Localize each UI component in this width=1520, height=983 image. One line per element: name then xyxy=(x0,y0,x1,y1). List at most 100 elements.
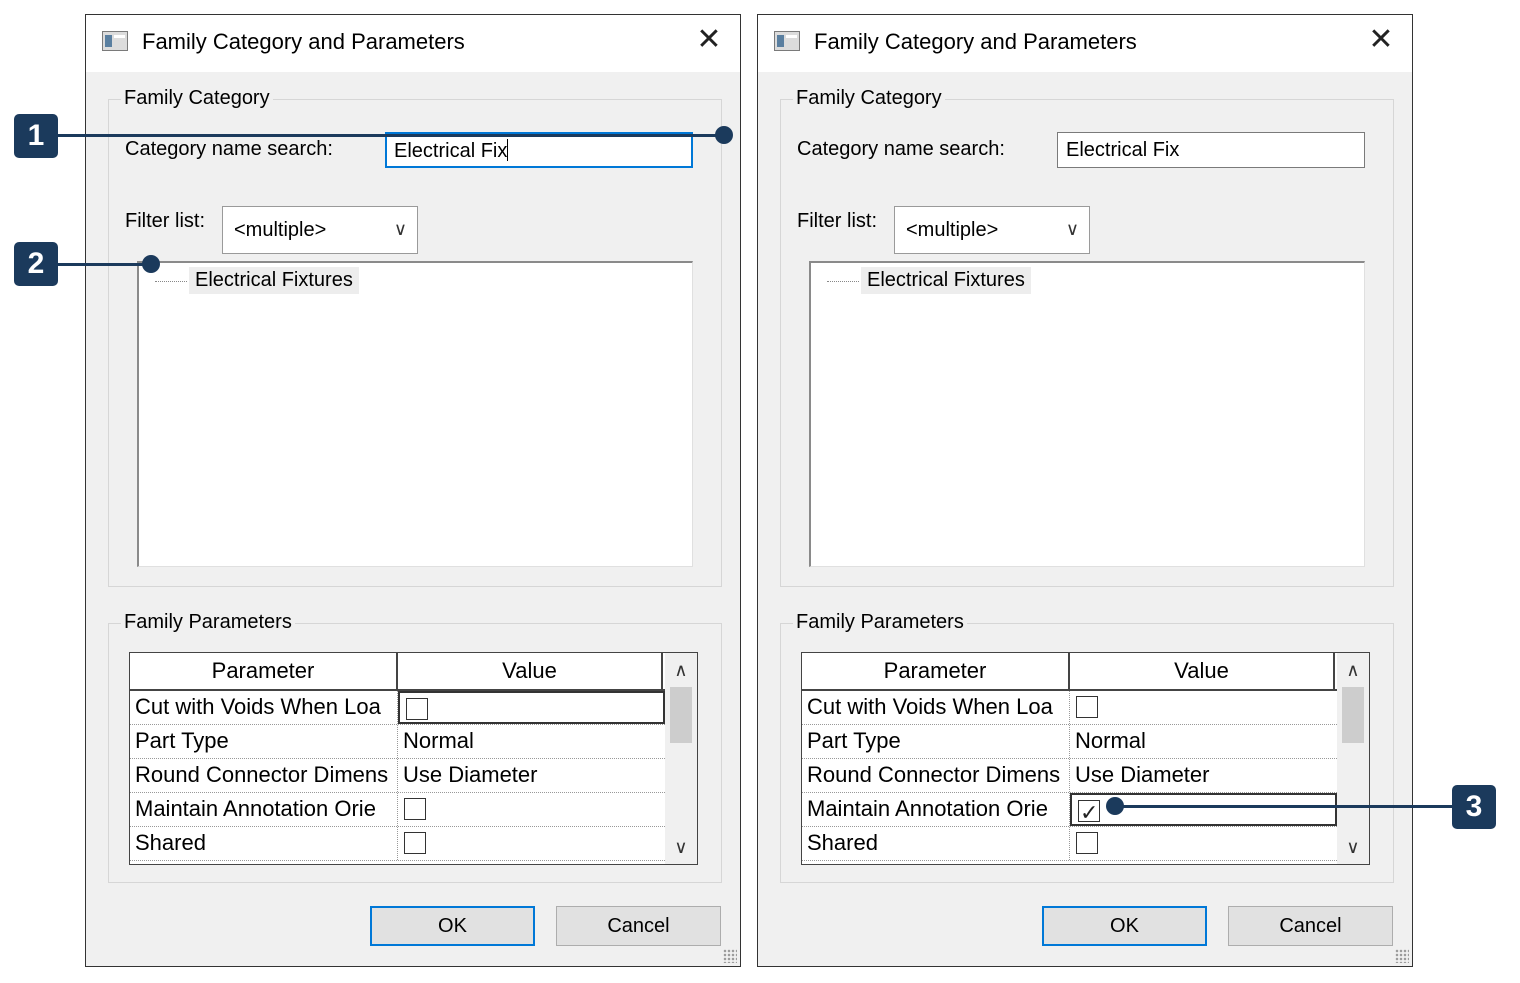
table-row[interactable]: Part Type Normal xyxy=(802,725,1337,759)
scroll-thumb[interactable] xyxy=(670,687,692,743)
ok-button[interactable]: OK xyxy=(1042,906,1207,946)
scroll-up-icon[interactable]: ∧ xyxy=(665,655,697,685)
table-row[interactable]: Round Connector Dimens Use Diameter xyxy=(802,759,1337,793)
filter-list-dropdown[interactable]: <multiple> ∨ xyxy=(894,206,1090,254)
cancel-button[interactable]: Cancel xyxy=(1228,906,1393,946)
table-header: Parameter Value xyxy=(802,653,1337,691)
checkbox[interactable] xyxy=(406,698,428,720)
table-row[interactable]: Cut with Voids When Loa xyxy=(802,691,1337,725)
parameter-name: Shared xyxy=(802,827,1070,860)
parameter-value[interactable] xyxy=(398,827,665,860)
category-search-input[interactable]: Electrical Fix xyxy=(385,132,693,168)
category-search-input[interactable]: Electrical Fix xyxy=(1057,132,1365,168)
close-icon[interactable]: ✕ xyxy=(694,25,724,55)
column-header-parameter[interactable]: Parameter xyxy=(802,653,1070,689)
scroll-thumb[interactable] xyxy=(1342,687,1364,743)
parameter-value[interactable]: Normal xyxy=(398,725,665,758)
parameter-value[interactable] xyxy=(1070,691,1337,724)
list-item[interactable]: Electrical Fixtures xyxy=(189,267,359,294)
callout-dot-1 xyxy=(715,126,733,144)
parameters-table: Parameter Value Cut with Voids When Loa … xyxy=(801,652,1370,865)
callout-dot-2 xyxy=(142,255,160,273)
dialog-title: Family Category and Parameters xyxy=(142,29,465,54)
table-row[interactable]: Shared xyxy=(130,827,665,861)
callout-badge-3: 3 xyxy=(1452,785,1496,829)
checkbox[interactable] xyxy=(404,832,426,854)
table-row[interactable]: Cut with Voids When Loa xyxy=(130,691,665,725)
scroll-down-icon[interactable]: ∨ xyxy=(1337,832,1369,862)
parameter-value[interactable]: Use Diameter xyxy=(1070,759,1337,792)
parameter-name: Cut with Voids When Loa xyxy=(130,691,398,724)
parameter-value[interactable] xyxy=(398,793,665,826)
callout-badge-1: 1 xyxy=(14,114,58,158)
parameter-name: Part Type xyxy=(802,725,1070,758)
ok-button[interactable]: OK xyxy=(370,906,535,946)
tree-connector xyxy=(155,281,187,282)
family-parameters-group-label: Family Parameters xyxy=(121,611,295,634)
filter-list-value: <multiple> xyxy=(234,219,327,241)
callout-line-2 xyxy=(58,263,150,266)
family-category-dialog-1: Family Category and Parameters ✕ Family … xyxy=(85,14,741,967)
chevron-down-icon: ∨ xyxy=(393,219,407,239)
resize-grip-icon[interactable] xyxy=(723,949,737,963)
parameter-name: Shared xyxy=(130,827,398,860)
filter-list-dropdown[interactable]: <multiple> ∨ xyxy=(222,206,418,254)
parameter-name: Maintain Annotation Orie xyxy=(130,793,398,826)
parameter-value[interactable] xyxy=(1070,827,1337,860)
table-row[interactable]: Shared xyxy=(802,827,1337,861)
parameter-name: Cut with Voids When Loa xyxy=(802,691,1070,724)
table-row[interactable]: Part Type Normal xyxy=(130,725,665,759)
parameter-value[interactable]: Normal xyxy=(1070,725,1337,758)
close-icon[interactable]: ✕ xyxy=(1366,25,1396,55)
parameter-value[interactable] xyxy=(398,691,665,724)
family-category-group: Family Category Category name search: El… xyxy=(780,87,1394,587)
table-header: Parameter Value xyxy=(130,653,665,691)
dialog-title: Family Category and Parameters xyxy=(814,29,1137,54)
table-row[interactable]: Maintain Annotation Orie xyxy=(130,793,665,827)
filter-list-label: Filter list: xyxy=(125,210,205,232)
cancel-button[interactable]: Cancel xyxy=(556,906,721,946)
family-parameters-group: Family Parameters Parameter Value Cut wi… xyxy=(108,611,722,883)
parameter-name: Part Type xyxy=(130,725,398,758)
checkbox[interactable] xyxy=(404,798,426,820)
checkbox-checked[interactable] xyxy=(1078,797,1100,824)
category-listbox[interactable]: Electrical Fixtures xyxy=(137,261,693,567)
family-category-group-label: Family Category xyxy=(121,87,273,110)
family-category-group-label: Family Category xyxy=(793,87,945,110)
callout-line-3 xyxy=(1114,805,1452,808)
callout-badge-2: 2 xyxy=(14,242,58,286)
tree-connector xyxy=(827,281,859,282)
column-header-value[interactable]: Value xyxy=(398,653,663,689)
text-caret xyxy=(507,139,509,161)
category-search-label: Category name search: xyxy=(125,138,333,160)
column-header-value[interactable]: Value xyxy=(1070,653,1335,689)
scroll-up-icon[interactable]: ∧ xyxy=(1337,655,1369,685)
title-bar: Family Category and Parameters ✕ xyxy=(86,15,740,72)
parameter-name: Round Connector Dimens xyxy=(130,759,398,792)
checkbox[interactable] xyxy=(1076,696,1098,718)
family-parameters-group: Family Parameters Parameter Value Cut wi… xyxy=(780,611,1394,883)
resize-grip-icon[interactable] xyxy=(1395,949,1409,963)
family-category-dialog-2: Family Category and Parameters ✕ Family … xyxy=(757,14,1413,967)
scroll-down-icon[interactable]: ∨ xyxy=(665,832,697,862)
parameter-value[interactable]: Use Diameter xyxy=(398,759,665,792)
category-listbox[interactable]: Electrical Fixtures xyxy=(809,261,1365,567)
family-parameters-group-label: Family Parameters xyxy=(793,611,967,634)
vertical-scrollbar[interactable]: ∧ ∨ xyxy=(665,653,697,864)
parameters-table: Parameter Value Cut with Voids When Loa … xyxy=(129,652,698,865)
parameter-name: Round Connector Dimens xyxy=(802,759,1070,792)
table-row[interactable]: Round Connector Dimens Use Diameter xyxy=(130,759,665,793)
callout-dot-3 xyxy=(1106,797,1124,815)
checkbox[interactable] xyxy=(1076,832,1098,854)
vertical-scrollbar[interactable]: ∧ ∨ xyxy=(1337,653,1369,864)
filter-list-value: <multiple> xyxy=(906,219,999,241)
table-row[interactable]: Maintain Annotation Orie xyxy=(802,793,1337,827)
title-bar: Family Category and Parameters ✕ xyxy=(758,15,1412,72)
family-category-group: Family Category Category name search: El… xyxy=(108,87,722,587)
column-header-parameter[interactable]: Parameter xyxy=(130,653,398,689)
list-item[interactable]: Electrical Fixtures xyxy=(861,267,1031,294)
filter-list-label: Filter list: xyxy=(797,210,877,232)
category-search-label: Category name search: xyxy=(797,138,1005,160)
callout-line-1 xyxy=(58,134,723,137)
app-window-icon xyxy=(102,31,128,51)
